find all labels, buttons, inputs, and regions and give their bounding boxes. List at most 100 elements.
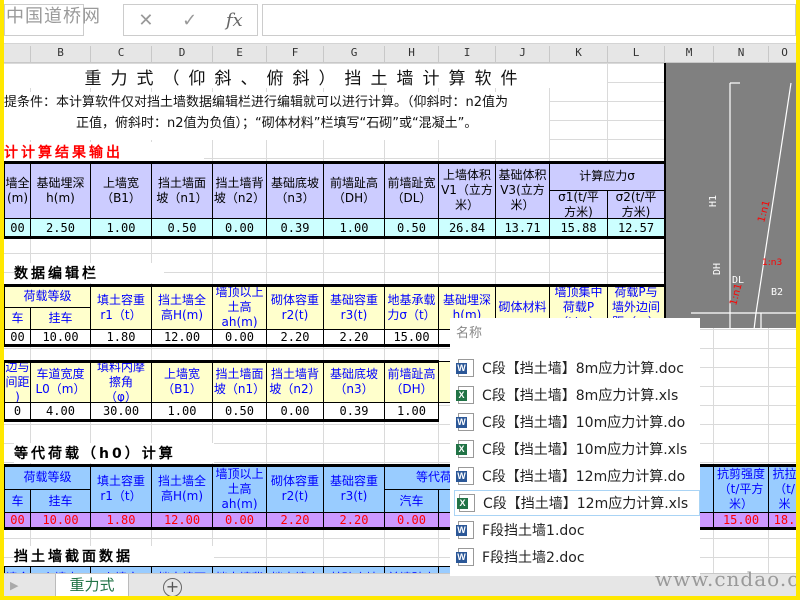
column-header-J[interactable]: J: [495, 46, 549, 63]
result-value-cell[interactable]: 1.00: [90, 218, 152, 238]
equiv-value-cell[interactable]: 0.00: [384, 512, 439, 529]
table-header-cell: 基础容重 r3(t): [323, 285, 385, 330]
file-list-item[interactable]: X C段【挡土墙】12m应力计算.xls: [454, 490, 700, 516]
function-icon[interactable]: fx: [226, 10, 243, 31]
formula-input[interactable]: [262, 4, 796, 36]
table-header-cell: 车道宽度 L0（m）: [30, 361, 91, 403]
sheet-tab-active[interactable]: 重力式: [55, 574, 129, 598]
input-value-cell[interactable]: 00: [4, 329, 31, 346]
input-value-cell[interactable]: 1.00: [384, 402, 439, 421]
column-header-D[interactable]: D: [151, 46, 212, 63]
equiv-value-cell[interactable]: 0.00: [212, 512, 267, 529]
file-name: F段挡土墙2.doc: [482, 550, 585, 566]
table-header-cell: 填土容重 r1（t）: [90, 285, 152, 330]
result-value-cell[interactable]: 15.88: [549, 218, 608, 238]
input-value-cell[interactable]: 10.00: [30, 329, 91, 346]
file-name: C段【挡土墙】12m应力计算.do: [482, 469, 686, 485]
result-value-cell[interactable]: 26.84: [438, 218, 496, 238]
column-header-N[interactable]: N: [713, 46, 768, 63]
input-value-cell[interactable]: 2.20: [323, 329, 385, 346]
file-list-item[interactable]: W C段【挡土墙】12m应力计算.do: [454, 463, 700, 489]
word-file-icon: W: [456, 548, 474, 566]
equiv-value-cell[interactable]: 10.00: [30, 512, 91, 529]
input-value-cell[interactable]: 0: [4, 402, 31, 421]
result-value-cell[interactable]: 00: [4, 218, 31, 238]
equiv-value-cell[interactable]: 1.80: [90, 512, 152, 529]
equiv-value-cell[interactable]: 2.20: [266, 512, 324, 529]
input-value-cell[interactable]: 15.00: [384, 329, 439, 346]
file-list-item[interactable]: X C段【挡土墙】10m应力计算.xls: [454, 436, 700, 462]
column-header-L[interactable]: L: [607, 46, 664, 63]
column-header-B[interactable]: B: [30, 46, 90, 63]
instructions-note: 提条件：本计算软件仅对挡土墙数据编辑栏进行编辑就可以进行计算。（仰斜时：n2值为…: [4, 92, 549, 140]
equiv-value-cell[interactable]: 18.: [768, 512, 800, 529]
table-header-cell: 抗剪强度 （t/平方 米）: [713, 465, 769, 513]
input-value-cell[interactable]: 1.80: [90, 329, 152, 346]
file-name: C段【挡土墙】12m应力计算.xls: [483, 496, 689, 512]
table-header-cell: 前墙趾宽 （DL）: [384, 162, 439, 219]
table-header-cell: 车: [4, 307, 31, 330]
add-sheet-button[interactable]: +: [163, 578, 182, 597]
note-line-1: 提条件：本计算软件仅对挡土墙数据编辑栏进行编辑就可以进行计算。（仰斜时：n2值为: [4, 95, 509, 110]
file-list-item[interactable]: W C段【挡土墙】8m应力计算.doc: [454, 355, 700, 381]
file-name: C段【挡土墙】8m应力计算.xls: [482, 388, 679, 404]
column-header-C[interactable]: C: [90, 46, 151, 63]
input-value-cell[interactable]: 2.20: [266, 329, 324, 346]
input-value-cell[interactable]: 0.00: [266, 402, 324, 421]
file-name: C段【挡土墙】8m应力计算.doc: [482, 361, 684, 377]
result-value-cell[interactable]: 0.50: [384, 218, 439, 238]
table-header-cell: 墙顶以上 土高 ah(m): [212, 465, 267, 513]
input-value-cell[interactable]: 0.00: [212, 329, 267, 346]
table-header-cell: 基础埋深 h(m): [30, 162, 91, 219]
equiv-value-cell[interactable]: 12.00: [151, 512, 213, 529]
file-list-item[interactable]: X C段【挡土墙】8m应力计算.xls: [454, 382, 700, 408]
input-value-cell[interactable]: 0.50: [212, 402, 267, 421]
result-value-cell[interactable]: 13.71: [495, 218, 550, 238]
column-header-K[interactable]: K: [549, 46, 607, 63]
result-value-cell[interactable]: 1.00: [323, 218, 385, 238]
table-header-cell: 前墙趾高 （DH）: [323, 162, 385, 219]
excel-file-icon: X: [457, 494, 475, 512]
column-header-O[interactable]: O: [768, 46, 800, 63]
equiv-value-cell[interactable]: 2.20: [323, 512, 385, 529]
table-header-cell: 挂车: [30, 307, 91, 330]
table-header-cell: 砌体容重 r2(t): [266, 465, 324, 513]
wall-section-diagram: H1 DL B2 DH 1:n1 1:n1 1:n3: [664, 63, 799, 454]
input-value-cell[interactable]: 12.00: [151, 329, 213, 346]
table-header-cell: 挡土墙全 高H(m): [151, 465, 213, 513]
table-header-cell: 砌体容重 r2(t): [266, 285, 324, 330]
cancel-icon[interactable]: ✕: [138, 10, 153, 31]
table-header-cell: 挂车: [30, 489, 91, 513]
result-value-cell[interactable]: 0.00: [212, 218, 267, 238]
column-header-M[interactable]: M: [664, 46, 713, 63]
equiv-value-cell[interactable]: 00: [4, 512, 31, 529]
table-header-cell: 墙全 (m): [4, 162, 31, 219]
diagram-label-slope2: 1:n1: [728, 282, 744, 307]
column-header-I[interactable]: I: [438, 46, 495, 63]
diagram-label-slope3: 1:n3: [762, 258, 782, 268]
table-header-cell: 基础底坡 （n3）: [266, 162, 324, 219]
input-value-cell[interactable]: 4.00: [30, 402, 91, 421]
table-header-cell: 挡土墙背 坡（n2）: [212, 162, 267, 219]
input-value-cell[interactable]: 1.00: [151, 402, 213, 421]
input-value-cell[interactable]: 0.39: [323, 402, 385, 421]
result-value-cell[interactable]: 0.50: [151, 218, 213, 238]
page-title: 重力式（仰斜、俯斜）挡土墙计算软件: [4, 64, 607, 89]
equiv-value-cell[interactable]: 15.00: [713, 512, 769, 529]
file-list-item[interactable]: W F段挡土墙1.doc: [454, 517, 700, 543]
column-header-F[interactable]: F: [266, 46, 323, 63]
table-header-cell: 基础体积 V3(立方 米）: [495, 162, 550, 219]
scroll-tabs-left-icon[interactable]: ▶: [10, 579, 18, 592]
watermark-url: www.cndao.com: [655, 567, 800, 591]
table-header-cell: 上墙体积 V1（立方 米）: [438, 162, 496, 219]
column-header-E[interactable]: E: [212, 46, 266, 63]
confirm-icon[interactable]: ✓: [182, 10, 197, 31]
file-list-item[interactable]: W C段【挡土墙】10m应力计算.do: [454, 409, 700, 435]
result-value-cell[interactable]: 2.50: [30, 218, 91, 238]
input-value-cell[interactable]: 30.00: [90, 402, 152, 421]
table-header-cell: 荷载等级: [4, 285, 91, 308]
column-header-H[interactable]: H: [384, 46, 438, 63]
result-value-cell[interactable]: 0.39: [266, 218, 324, 238]
result-value-cell[interactable]: 12.57: [607, 218, 665, 238]
column-header-G[interactable]: G: [323, 46, 384, 63]
